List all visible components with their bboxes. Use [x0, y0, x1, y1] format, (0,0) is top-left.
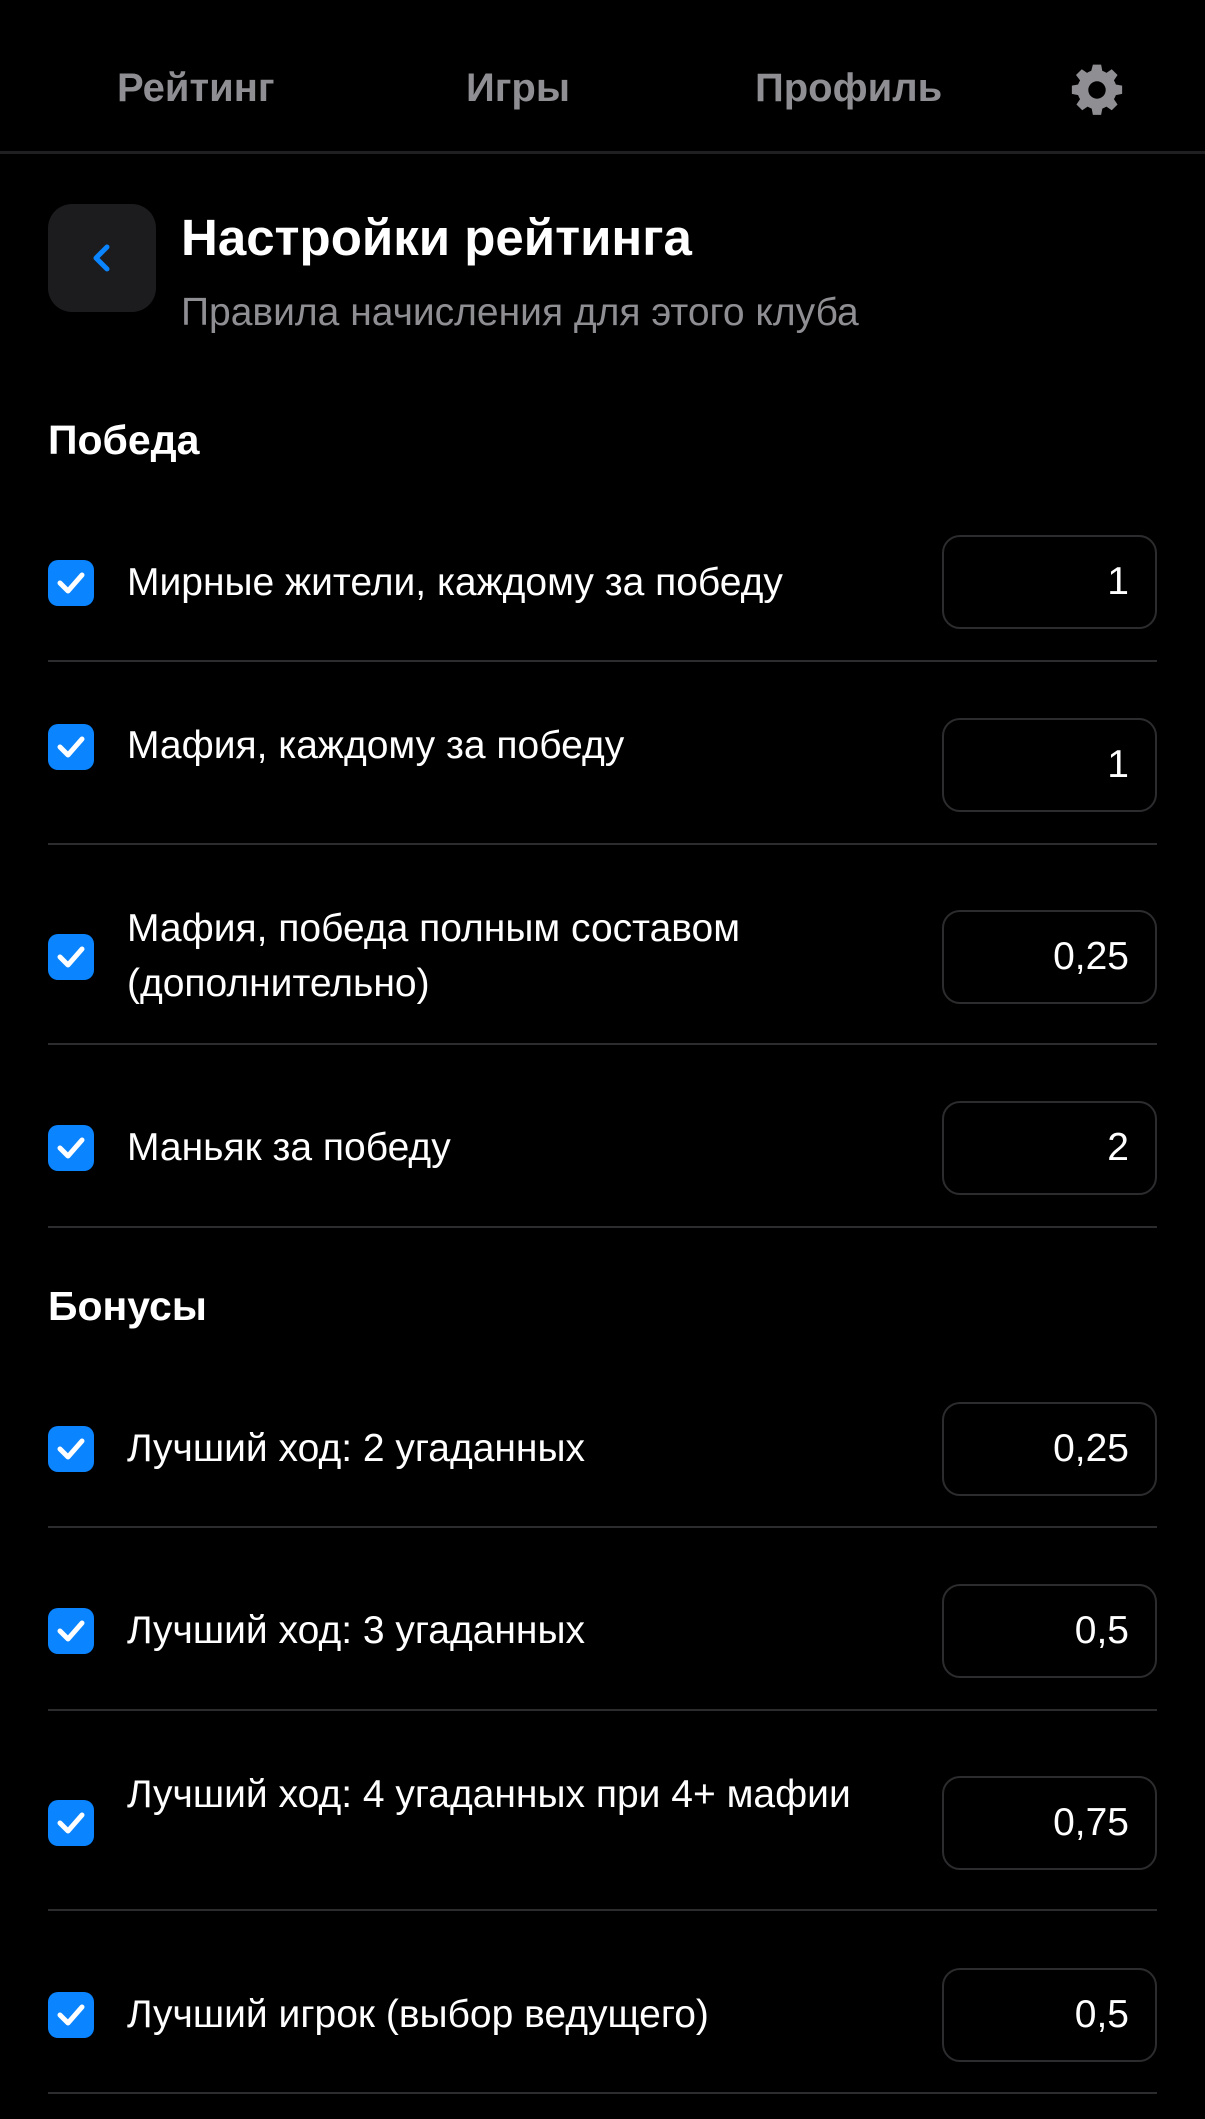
- points-input[interactable]: [942, 718, 1157, 812]
- checkbox[interactable]: [48, 1992, 94, 2038]
- page-title: Настройки рейтинга: [181, 209, 692, 266]
- points-input[interactable]: [942, 1968, 1157, 2062]
- row-label: Лучший ход: 2 угаданных: [127, 1427, 586, 1470]
- checkmark-icon: [57, 572, 85, 594]
- checkmark-icon: [57, 1812, 85, 1834]
- checkbox[interactable]: [48, 1608, 94, 1654]
- checkbox[interactable]: [48, 1125, 94, 1171]
- list-item: Лучший ход: 3 угаданных: [48, 1528, 1157, 1711]
- checkbox[interactable]: [48, 560, 94, 606]
- checkmark-icon: [57, 1438, 85, 1460]
- points-input[interactable]: [942, 1584, 1157, 1678]
- checkbox[interactable]: [48, 1800, 94, 1846]
- points-input[interactable]: [942, 1101, 1157, 1195]
- tab-rating[interactable]: Рейтинг: [117, 64, 275, 112]
- points-input[interactable]: [942, 535, 1157, 629]
- points-input[interactable]: [942, 910, 1157, 1004]
- top-navigation: Рейтинг Игры Профиль: [0, 0, 1205, 154]
- row-label: Мафия, победа полным составом (дополните…: [127, 907, 741, 1005]
- row-label: Мафия, каждому за победу: [127, 724, 625, 767]
- points-input[interactable]: [942, 1402, 1157, 1496]
- list-item: Мафия, победа полным составом (дополните…: [48, 845, 1157, 1045]
- tab-profile[interactable]: Профиль: [755, 64, 942, 112]
- section-title-victory: Победа: [48, 417, 200, 463]
- list-item: Лучший игрок (выбор ведущего): [48, 1911, 1157, 2094]
- page-subtitle: Правила начисления для этого клуба: [181, 291, 859, 334]
- list-item: Маньяк за победу: [48, 1045, 1157, 1228]
- chevron-left-icon: [93, 244, 110, 272]
- list-item: Лучший ход: 2 угаданных: [48, 1386, 1157, 1528]
- checkmark-icon: [57, 1620, 85, 1642]
- row-label: Лучший ход: 4 угаданных при 4+ мафии: [127, 1773, 851, 1816]
- back-button[interactable]: [48, 204, 156, 312]
- gear-icon[interactable]: [1068, 61, 1126, 119]
- row-label: Лучший игрок (выбор ведущего): [127, 1993, 709, 2036]
- list-item: Лучший ход: 4 угаданных при 4+ мафии: [48, 1711, 1157, 1911]
- row-label: Мирные жители, каждому за победу: [127, 561, 783, 604]
- row-label: Лучший ход: 3 угаданных: [127, 1609, 586, 1652]
- checkmark-icon: [57, 2004, 85, 2026]
- tab-games[interactable]: Игры: [466, 64, 570, 112]
- checkmark-icon: [57, 946, 85, 968]
- checkbox[interactable]: [48, 934, 94, 980]
- row-label: Маньяк за победу: [127, 1126, 451, 1169]
- checkmark-icon: [57, 736, 85, 758]
- list-item: Мирные жители, каждому за победу: [48, 520, 1157, 662]
- checkmark-icon: [57, 1137, 85, 1159]
- checkbox[interactable]: [48, 724, 94, 770]
- checkbox[interactable]: [48, 1426, 94, 1472]
- section-title-bonuses: Бонусы: [48, 1283, 207, 1329]
- points-input[interactable]: [942, 1776, 1157, 1870]
- list-item: Мафия, каждому за победу: [48, 662, 1157, 845]
